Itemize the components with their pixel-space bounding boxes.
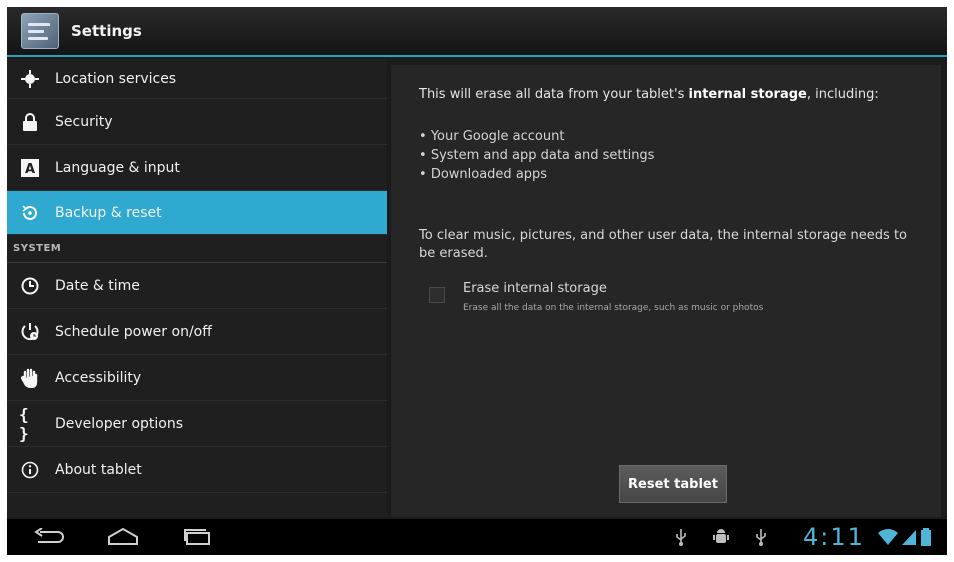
clock-icon xyxy=(19,275,41,297)
app-title: Settings xyxy=(71,22,142,40)
sidebar-item-label: Developer options xyxy=(55,415,184,432)
reset-tablet-button[interactable]: Reset tablet xyxy=(619,465,727,503)
list-item: Your Google account xyxy=(419,127,654,146)
keyboard-a-icon: A xyxy=(19,157,41,179)
back-icon xyxy=(34,528,64,543)
sidebar-item-label: Security xyxy=(55,113,113,130)
list-item: Downloaded apps xyxy=(419,165,654,184)
usb-connection-icon[interactable] xyxy=(751,527,771,547)
lock-icon xyxy=(19,111,41,133)
sidebar-item-security[interactable]: Security xyxy=(7,99,387,145)
sidebar-item-backup-reset[interactable]: Backup & reset xyxy=(7,191,387,235)
erase-internal-storage-checkbox[interactable] xyxy=(429,287,445,303)
recent-apps-button[interactable] xyxy=(177,525,217,549)
wifi-icon xyxy=(878,529,898,545)
erase-intro-text: This will erase all data from your table… xyxy=(419,87,879,102)
settings-list: Location services Security A Language & … xyxy=(7,59,387,517)
sidebar-item-about-tablet[interactable]: About tablet xyxy=(7,447,387,493)
system-bar: 4:11 xyxy=(7,519,947,555)
tablet-screen: Settings Location services Security A La… xyxy=(7,7,947,555)
recent-apps-icon xyxy=(184,529,210,545)
location-icon xyxy=(19,68,41,90)
usb-icon[interactable] xyxy=(671,527,691,547)
erase-internal-storage-label[interactable]: Erase internal storage xyxy=(463,281,607,296)
hand-icon xyxy=(19,367,41,389)
svg-text:A: A xyxy=(25,162,35,177)
sidebar-item-location-services[interactable]: Location services xyxy=(7,59,387,99)
sidebar-item-label: Schedule power on/off xyxy=(55,323,212,340)
sidebar-item-accessibility[interactable]: Accessibility xyxy=(7,355,387,401)
erase-items-list: Your Google account System and app data … xyxy=(419,127,655,184)
sidebar-item-label: Language & input xyxy=(55,159,180,176)
section-header-system: SYSTEM xyxy=(7,235,387,263)
schedule-power-icon xyxy=(19,321,41,343)
backup-icon xyxy=(19,202,41,224)
sidebar-item-developer-options[interactable]: { } Developer options xyxy=(7,401,387,447)
battery-icon xyxy=(921,528,931,546)
braces-icon: { } xyxy=(19,404,29,443)
home-button[interactable] xyxy=(103,525,143,549)
sidebar-item-label: Accessibility xyxy=(55,369,142,386)
backup-reset-pane: This will erase all data from your table… xyxy=(391,65,941,517)
clock[interactable]: 4:11 xyxy=(803,523,865,551)
sidebar-item-date-time[interactable]: Date & time xyxy=(7,263,387,309)
erase-internal-storage-summary: Erase all the data on the internal stora… xyxy=(463,303,764,313)
info-icon xyxy=(19,459,41,481)
sidebar-item-label: Date & time xyxy=(55,277,140,294)
android-debug-icon[interactable] xyxy=(711,527,731,547)
settings-app-icon[interactable] xyxy=(21,13,59,49)
list-item: System and app data and settings xyxy=(419,146,655,165)
home-icon xyxy=(108,528,138,545)
internal-storage-note: To clear music, pictures, and other user… xyxy=(419,228,907,261)
sidebar-item-label: About tablet xyxy=(55,461,142,478)
sidebar-item-schedule-power[interactable]: Schedule power on/off xyxy=(7,309,387,355)
action-bar: Settings xyxy=(7,7,947,57)
back-button[interactable] xyxy=(29,525,69,549)
sidebar-item-label: Backup & reset xyxy=(55,204,162,221)
sidebar-item-language-input[interactable]: A Language & input xyxy=(7,145,387,191)
signal-icon xyxy=(902,530,916,545)
sidebar-item-label: Location services xyxy=(55,70,177,87)
